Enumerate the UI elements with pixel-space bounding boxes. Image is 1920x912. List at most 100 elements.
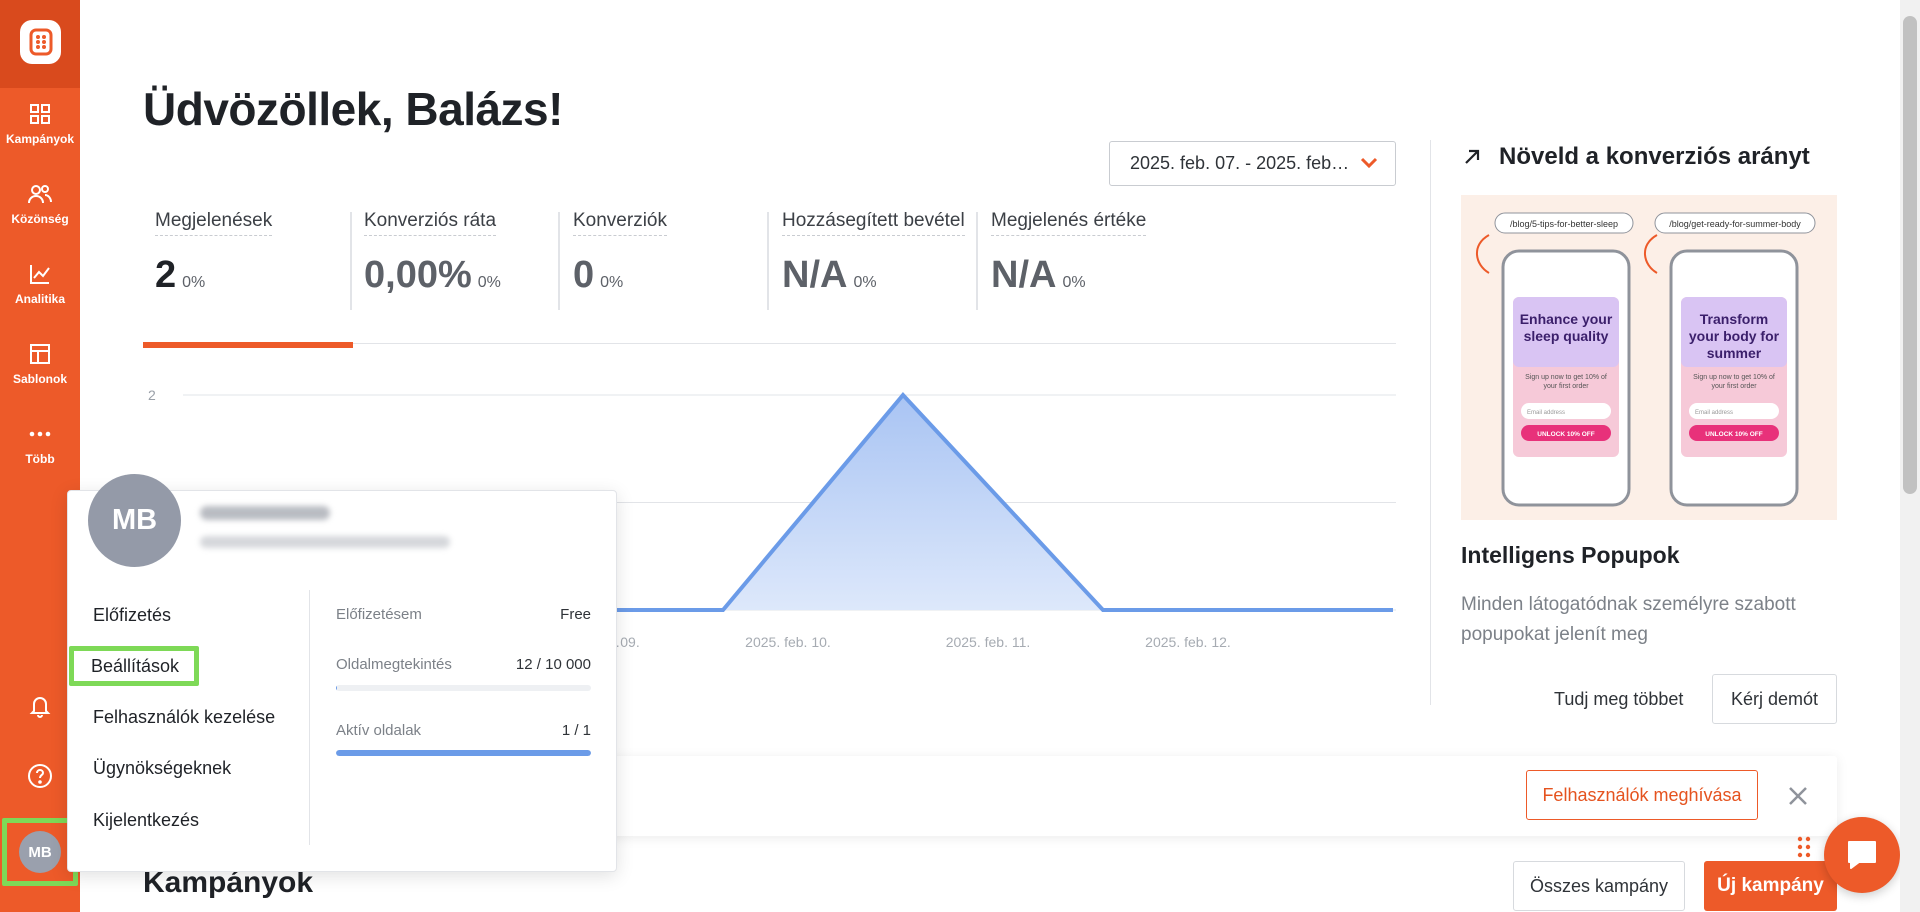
- metric-change: 0%: [853, 274, 877, 291]
- app-root: Kampányok Közönség Analitika Sablonok Tö…: [0, 0, 1920, 912]
- metric-divider: [350, 212, 352, 310]
- promo-description: Minden látogatódnak személyre szabott po…: [1461, 594, 1796, 645]
- avatar: MB: [88, 474, 181, 567]
- phone-headline: Enhance your sleep quality: [1519, 311, 1613, 344]
- menu-item-ugynoksegeknek[interactable]: Ügynökségeknek: [93, 758, 231, 779]
- metric-divider: [976, 212, 978, 310]
- sidebar-item-sablonok[interactable]: Sablonok: [0, 332, 80, 402]
- metric-change: 0%: [600, 274, 624, 291]
- phone-cta: UNLOCK 10% OFF: [1705, 431, 1762, 438]
- column-divider: [1430, 140, 1431, 705]
- sidebar-item-label: Sablonok: [12, 372, 67, 386]
- metric-change: 0%: [477, 274, 501, 291]
- metric-value: N/A 0%: [782, 254, 877, 296]
- sidebar-item-label: Analitika: [14, 292, 65, 306]
- chart-icon: [30, 265, 50, 284]
- sidebar-item-kozonseg[interactable]: Közönség: [0, 172, 80, 242]
- metric-value: 0,00% 0%: [364, 254, 501, 296]
- stat-label: Aktív oldalak: [336, 722, 422, 739]
- chat-icon: [1848, 841, 1876, 869]
- learn-more-button[interactable]: Tudj meg többet: [1540, 674, 1697, 724]
- promo-title: Növeld a konverziós arányt: [1499, 143, 1810, 170]
- more-icon: [29, 431, 51, 437]
- sidebar-item-analitika[interactable]: Analitika: [0, 252, 80, 322]
- stat-value: 12 / 10 000: [515, 656, 591, 673]
- sidebar-item-label: Több: [25, 452, 55, 466]
- phone-cta: UNLOCK 10% OFF: [1537, 431, 1594, 438]
- stat-label: Előfizetésem: [336, 606, 422, 623]
- user-name-redacted: [200, 506, 330, 520]
- new-campaign-button[interactable]: Új kampány: [1704, 861, 1837, 911]
- metric-label: Megjelenések: [155, 210, 273, 236]
- stat-value: Free: [560, 606, 591, 623]
- sidebar-item-tobb[interactable]: Több: [0, 412, 80, 482]
- url-pill-text: /blog/get-ready-for-summer-body: [1669, 219, 1801, 229]
- x-tick-label: 2025. feb. 11.: [946, 634, 1031, 650]
- metric-megjelenesek[interactable]: Megjelenések 2 0%: [155, 210, 355, 310]
- metric-value: 0 0%: [573, 254, 624, 296]
- apps-grid-icon[interactable]: [1797, 836, 1811, 858]
- metric-label: Hozzásegített bevétel: [782, 210, 965, 236]
- phone-headline: Transform your body for summer: [1688, 311, 1780, 361]
- metric-label: Konverziók: [573, 210, 667, 236]
- menu-item-elofizetes[interactable]: Előfizetés: [93, 605, 171, 626]
- chevron-down-icon: [1360, 157, 1378, 169]
- popup-divider: [309, 590, 310, 845]
- metric-label: Konverziós ráta: [364, 210, 497, 236]
- x-tick-label: 2025. feb. 10.: [745, 634, 831, 650]
- bell-icon[interactable]: [24, 690, 56, 722]
- metric-label: Megjelenés értéke: [991, 210, 1147, 236]
- scrollbar-thumb[interactable]: [1903, 16, 1917, 494]
- sidebar-item-kampanyok[interactable]: Kampányok: [0, 92, 80, 162]
- active-pages-progress: [336, 750, 591, 756]
- stat-subscription: Előfizetésem Free: [336, 606, 591, 623]
- sidebar-item-label: Kampányok: [5, 132, 75, 146]
- help-icon[interactable]: [24, 760, 56, 792]
- logo-icon: [20, 20, 61, 64]
- request-demo-button[interactable]: Kérj demót: [1712, 674, 1837, 724]
- close-icon[interactable]: [1783, 781, 1813, 811]
- promo-heading: Intelligens Popupok: [1461, 542, 1680, 568]
- all-campaigns-button[interactable]: Összes kampány: [1513, 861, 1685, 911]
- menu-item-beallitasok[interactable]: Beállítások: [69, 646, 199, 686]
- date-range-select[interactable]: 2025. feb. 07. - 2025. feb…: [1109, 141, 1396, 186]
- page-title: Üdvözöllek, Balázs!: [143, 83, 563, 135]
- phone-mockups: /blog/5-tips-for-better-sleep /blog/get-…: [1476, 212, 1816, 507]
- metric-value: 2 0%: [155, 254, 206, 296]
- logo-area[interactable]: [0, 0, 80, 88]
- date-range-value: 2025. feb. 07. - 2025. feb…: [1130, 153, 1350, 173]
- stat-pageviews: Oldalmegtekintés 12 / 10 000: [336, 656, 591, 673]
- phone-subtext: Sign up now to get 10% of your first ord…: [1693, 374, 1775, 390]
- pageviews-progress: [336, 685, 591, 691]
- sidebar-item-label: Közönség: [11, 212, 69, 226]
- promo-illustration: /blog/5-tips-for-better-sleep /blog/get-…: [1461, 195, 1837, 520]
- menu-item-felhasznalok-kezelese[interactable]: Felhasználók kezelése: [93, 707, 275, 728]
- metric-change: 0%: [182, 274, 206, 291]
- stat-active-pages: Aktív oldalak 1 / 1: [336, 722, 591, 739]
- progress-fill: [336, 685, 338, 691]
- stat-value: 1 / 1: [561, 722, 591, 739]
- metric-divider: [767, 212, 769, 310]
- metric-value: N/A 0%: [991, 254, 1086, 296]
- stat-label: Oldalmegtekintés: [336, 656, 452, 673]
- metric-konverziok[interactable]: Konverziók 0 0%: [573, 210, 773, 310]
- progress-fill: [336, 750, 591, 756]
- metric-konverzios-rata[interactable]: Konverziós ráta 0,00% 0%: [364, 210, 564, 310]
- avatar: MB: [19, 831, 61, 873]
- invite-users-button[interactable]: Felhasználók meghívása: [1526, 770, 1758, 820]
- x-tick-label: 2025. feb. 12.: [1145, 634, 1231, 650]
- metric-megjelenes-erteke[interactable]: Megjelenés értéke N/A 0%: [991, 210, 1191, 310]
- template-icon: [30, 344, 50, 364]
- url-pill-text: /blog/5-tips-for-better-sleep: [1510, 219, 1618, 229]
- chat-button[interactable]: [1824, 817, 1900, 893]
- metric-change: 0%: [1062, 274, 1086, 291]
- arrow-up-right-icon: [1465, 149, 1480, 164]
- y-tick-label: 2: [148, 387, 156, 403]
- metric-divider: [558, 212, 560, 310]
- users-icon: [28, 185, 52, 204]
- menu-item-kijelentkezes[interactable]: Kijelentkezés: [93, 810, 199, 831]
- metric-active-indicator: [143, 342, 353, 348]
- phone-subtext: Sign up now to get 10% of your first ord…: [1525, 374, 1607, 390]
- metric-hozzasegitett-bevetel[interactable]: Hozzásegített bevétel N/A 0%: [782, 210, 972, 310]
- phone-field-placeholder: Email address: [1695, 410, 1733, 416]
